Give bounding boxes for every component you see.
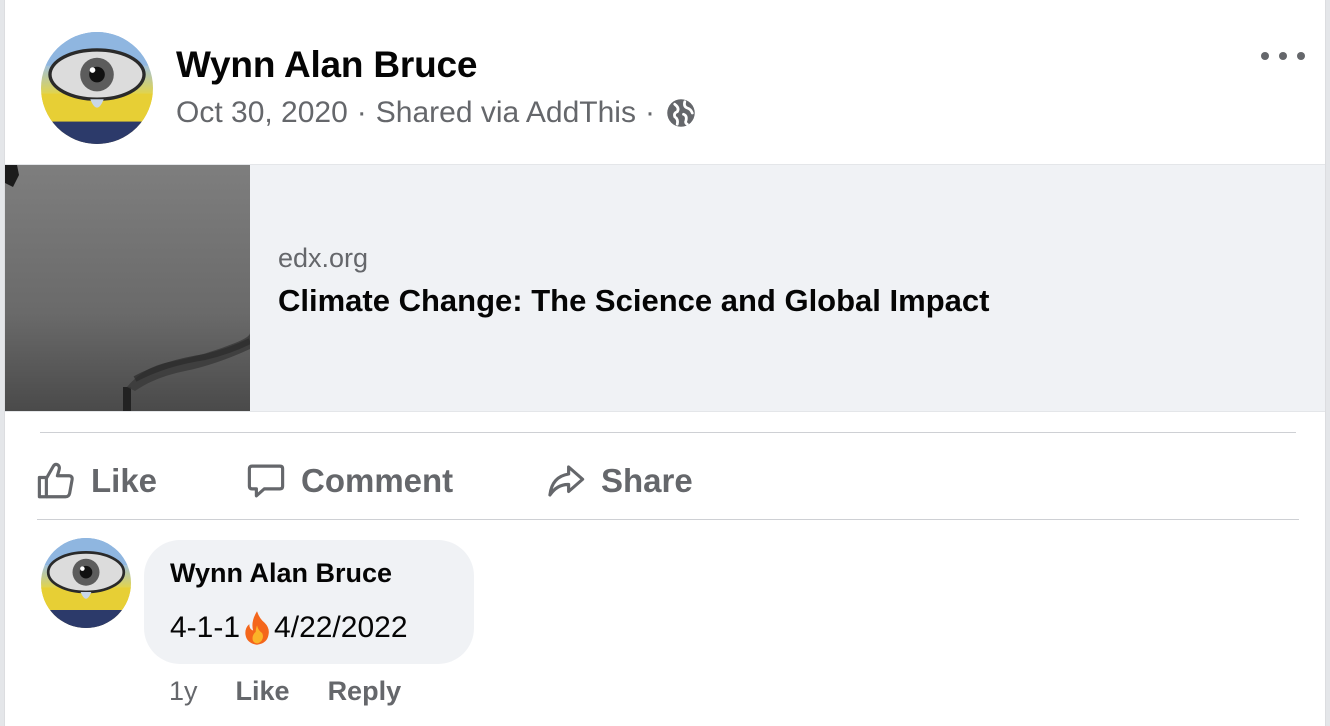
comment-footer: 1y Like Reply (169, 676, 439, 707)
author-avatar[interactable] (41, 32, 153, 144)
separator-dot: · (644, 96, 655, 129)
comment-timestamp[interactable]: 1y (169, 676, 198, 707)
more-options-icon[interactable] (1261, 44, 1305, 68)
link-title[interactable]: Climate Change: The Science and Global I… (278, 283, 989, 319)
comment-text: 4-1-1 4/22/2022 (170, 610, 408, 646)
commenter-avatar[interactable] (41, 538, 131, 628)
comment-bubble: Wynn Alan Bruce 4-1-1 4/22/2022 (144, 540, 474, 664)
comment-text-before: 4-1-1 (170, 611, 241, 644)
divider (40, 432, 1296, 433)
comment-icon (247, 464, 285, 498)
share-label: Share (601, 462, 693, 499)
share-arrow-icon (548, 465, 585, 497)
like-label: Like (91, 462, 158, 499)
like-button[interactable]: Like (35, 456, 157, 506)
comment-text-after: 4/22/2022 (274, 611, 408, 644)
comment-button[interactable]: Comment (245, 456, 453, 506)
comment-reply-button[interactable]: Reply (328, 676, 402, 707)
link-preview[interactable]: edx.org Climate Change: The Science and … (5, 164, 1325, 412)
fire-icon (241, 610, 273, 646)
shared-via: Shared via AddThis (375, 96, 636, 129)
comment-label: Comment (301, 462, 454, 499)
share-button[interactable]: Share (545, 456, 693, 506)
comment-like-button[interactable]: Like (236, 676, 290, 707)
link-thumbnail[interactable] (5, 165, 250, 411)
separator-dot: · (356, 96, 367, 129)
post-card: Wynn Alan Bruce Oct 30, 2020 · Shared vi… (4, 0, 1326, 726)
author-name[interactable]: Wynn Alan Bruce (176, 44, 477, 86)
post-date[interactable]: Oct 30, 2020 (176, 96, 348, 130)
comment-author[interactable]: Wynn Alan Bruce (170, 558, 392, 589)
thumbs-up-icon (37, 462, 74, 499)
divider (37, 519, 1299, 520)
link-domain: edx.org (278, 243, 369, 273)
globe-icon[interactable] (666, 98, 696, 128)
post-meta: Oct 30, 2020 · Shared via AddThis · (176, 96, 696, 130)
